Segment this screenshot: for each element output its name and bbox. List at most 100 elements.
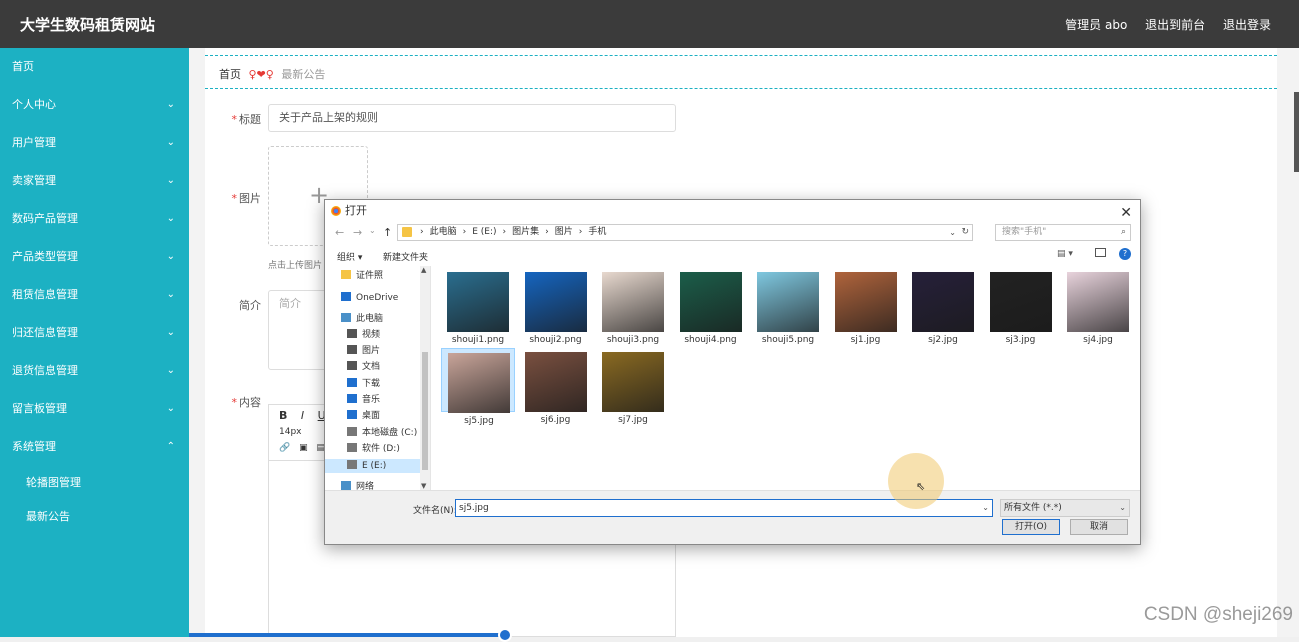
nav-item[interactable]: 本地磁盘 (C:) [347,426,417,440]
sidebar-item[interactable]: 归还信息管理 ⌄ [0,314,189,352]
image-insert-icon[interactable]: ▣ [299,443,308,453]
chevron-down-icon[interactable]: ⌄ [982,500,989,516]
scroll-up-icon[interactable]: ▲ [421,266,426,274]
nav-item[interactable]: OneDrive [341,291,398,305]
organize-menu[interactable]: 组织 ▾ [337,250,362,263]
view-options-icon[interactable]: ▤ ▾ [1057,249,1073,259]
nav-item-label: 桌面 [362,411,381,421]
sidebar-item[interactable]: 退货信息管理 ⌄ [0,352,189,390]
exit-to-front-link[interactable]: 退出到前台 [1145,18,1205,32]
bold-button[interactable]: B [279,409,287,422]
computer-icon [341,313,351,322]
nav-item-label: 本地磁盘 (C:) [362,428,418,438]
path-segment[interactable]: 此电脑 [430,227,457,237]
new-folder-button[interactable]: 新建文件夹 [383,250,428,263]
sidebar-item-label: 退货信息管理 [12,364,78,377]
sidebar-item-label: 卖家管理 [12,174,56,187]
font-size-select[interactable]: 14px [279,427,302,437]
pictures-icon [347,345,357,354]
link-icon[interactable]: 🔗 [279,443,290,453]
page-scrollbar-thumb[interactable] [1294,92,1299,172]
refresh-icon[interactable]: ↻ [961,225,969,240]
address-bar[interactable]: › 此电脑 › E (E:) › 图片集 › 图片 › 手机 ⌄ ↻ [397,224,973,241]
sidebar-item[interactable]: 用户管理 ⌄ [0,124,189,162]
file-item[interactable]: shouji5.png [751,268,825,345]
path-segment[interactable]: E (E:) [472,227,496,237]
cancel-button[interactable]: 取消 [1070,519,1128,535]
close-icon[interactable]: ✕ [1120,202,1132,224]
nav-scrollbar[interactable]: ▲ ▼ [420,266,430,490]
file-item[interactable]: shouji4.png [674,268,748,345]
nav-item-label: 此电脑 [356,314,384,324]
nav-item[interactable]: 下载 [347,377,380,391]
nav-item[interactable]: 视频 [347,328,380,342]
file-item[interactable]: sj2.jpg [906,268,980,345]
page-scrollbar[interactable] [1280,48,1299,637]
preview-pane-icon[interactable] [1095,248,1106,257]
nav-item-label: 文档 [362,362,381,372]
nav-item[interactable]: 桌面 [347,409,380,423]
logout-link[interactable]: 退出登录 [1223,18,1271,32]
path-segment[interactable]: 手机 [588,227,606,237]
video-progress-bar[interactable] [189,633,505,637]
file-name: shouji5.png [761,335,815,345]
sidebar-item[interactable]: 租赁信息管理 ⌄ [0,276,189,314]
filetype-select[interactable]: 所有文件 (*.*) ⌄ [1000,499,1130,517]
sidebar-item[interactable]: 个人中心 ⌄ [0,86,189,124]
chevron-down-icon[interactable]: ⌄ [949,225,956,240]
sidebar-item[interactable]: 留言板管理 ⌄ [0,390,189,428]
up-arrow-icon[interactable]: ↑ [383,226,392,239]
path-segment[interactable]: 图片 [555,227,573,237]
italic-button[interactable]: I [301,409,304,422]
cloud-icon [341,292,351,301]
file-item[interactable]: shouji2.png [519,268,593,345]
nav-item[interactable]: E (E:) [325,459,420,473]
nav-item[interactable]: 软件 (D:) [347,442,400,456]
file-item[interactable]: sj3.jpg [984,268,1058,345]
file-item[interactable]: sj1.jpg [829,268,903,345]
sidebar-item[interactable]: 卖家管理 ⌄ [0,162,189,200]
path-segment[interactable]: 图片集 [512,227,539,237]
chevron-icon: ⌄ [166,289,175,300]
file-item[interactable]: shouji3.png [596,268,670,345]
breadcrumb-home[interactable]: 首页 [219,68,241,81]
sidebar-subitem[interactable]: 轮播图管理 [0,466,189,500]
nav-item[interactable]: 音乐 [347,393,380,407]
sidebar-item-label: 产品类型管理 [12,250,78,263]
nav-item[interactable]: 证件照 [341,269,383,283]
sidebar-item[interactable]: 数码产品管理 ⌄ [0,200,189,238]
file-item[interactable]: shouji1.png [441,268,515,345]
file-name: shouji4.png [684,335,737,345]
chevron-icon: ⌄ [166,403,175,414]
sidebar-subitem[interactable]: 最新公告 [0,500,189,534]
nav-scrollbar-thumb[interactable] [422,352,428,470]
sidebar-item[interactable]: 产品类型管理 ⌄ [0,238,189,276]
nav-item[interactable]: 此电脑 [341,312,383,326]
dialog-search-input[interactable]: 搜索"手机" ⌕ [995,224,1131,241]
summary-textarea[interactable]: 简介 [268,290,328,370]
dialog-bottom-bar: 文件名(N): sj5.jpg ⌄ 所有文件 (*.*) ⌄ 打开(O) 取消 [325,490,1140,544]
forward-arrow-icon[interactable]: → [353,226,362,239]
file-item[interactable]: sj7.jpg [596,348,670,425]
open-button[interactable]: 打开(O) [1002,519,1060,535]
recent-dropdown-icon[interactable]: ⌄ [369,226,376,235]
sidebar-item[interactable]: 首页 [0,48,189,86]
chevron-icon: ⌄ [166,175,175,186]
back-arrow-icon[interactable]: ← [335,226,344,239]
watermark: CSDN @sheji269 [1143,604,1293,625]
navigation-pane: 证件照 OneDrive 此电脑视频图片文档下载音乐桌面本地磁盘 (C:) 软件 (D… [325,266,431,492]
file-item[interactable]: sj5.jpg [441,348,515,426]
nav-item[interactable]: 图片 [347,344,380,358]
sidebar-item[interactable]: 系统管理 ⌃ [0,428,189,466]
desktop-icon [347,410,357,419]
scroll-down-icon[interactable]: ▼ [421,482,426,490]
help-icon[interactable]: ? [1119,248,1131,260]
file-name: shouji2.png [529,335,582,345]
summary-label: 简介 [239,299,261,312]
file-item[interactable]: sj6.jpg [519,348,593,425]
nav-item[interactable]: 文档 [347,360,380,374]
file-name: sj1.jpg [850,335,881,345]
video-progress-handle[interactable] [498,628,512,642]
title-input[interactable]: 关于产品上架的规则 [268,104,676,132]
file-item[interactable]: sj4.jpg [1061,268,1135,345]
